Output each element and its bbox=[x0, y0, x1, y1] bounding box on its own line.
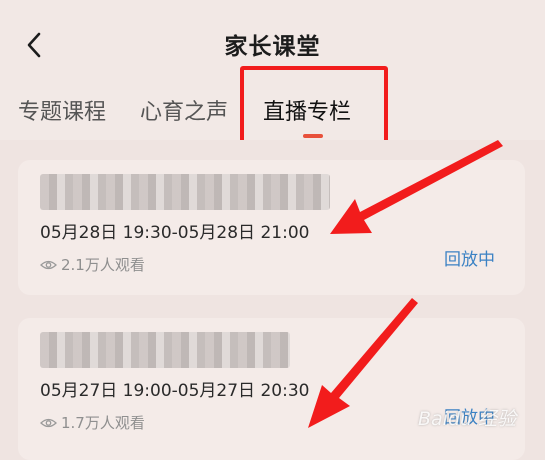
annotation-arrows bbox=[308, 140, 503, 428]
annotation-arrow-1 bbox=[330, 140, 503, 234]
annotation-arrow-2 bbox=[308, 298, 418, 428]
watermark-logo: Baidu 经验 bbox=[418, 408, 517, 430]
